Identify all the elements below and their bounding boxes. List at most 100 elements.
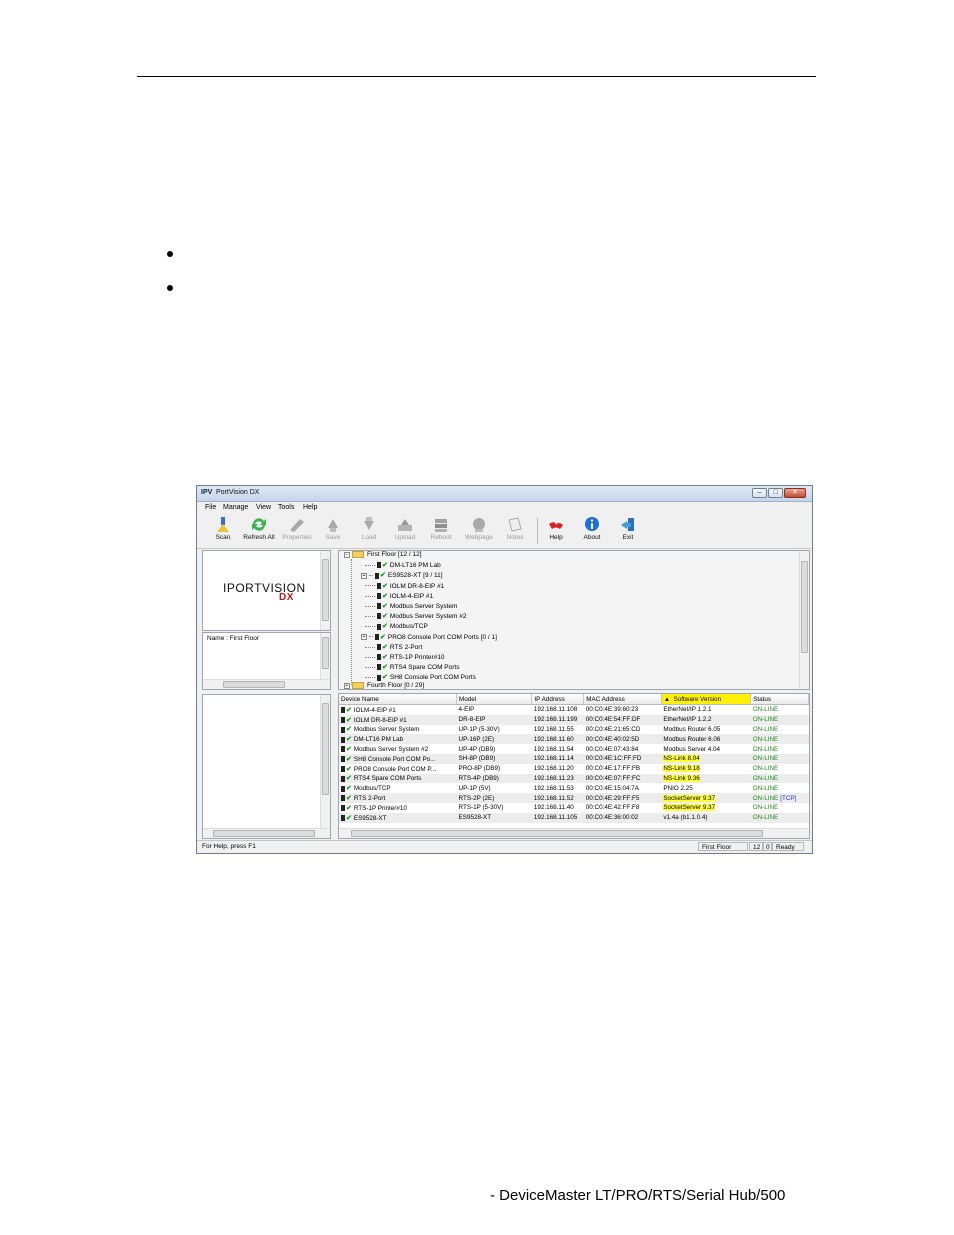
col-device-name[interactable]: Device Name [339, 694, 458, 705]
reboot-button[interactable]: Reboot [423, 516, 459, 546]
table-row[interactable]: ✔ RTS4 Spare COM Ports RTS-4P (DB9) 192.168… [339, 773, 809, 784]
cell-status: ON-LINE [751, 803, 809, 813]
table-row[interactable]: ✔ IOLM DR-8-EIP #1 DR-8-EIP 192.168.11.199 0… [339, 714, 809, 725]
online-check-icon: ✔ [382, 613, 388, 621]
table-row[interactable]: ✔ RTS-1P Printer#10 RTS-1P (5-30V) 192.168.… [339, 803, 809, 813]
menu-help[interactable]: Help [303, 504, 317, 511]
tree-item[interactable]: ✔ Modbus Server System #2 [365, 612, 466, 622]
table-row[interactable]: ✔ SH8 Console Port COM Po... SH-8P (DB9) 19… [339, 753, 809, 764]
online-check-icon: ✔ [380, 572, 386, 580]
upload-button[interactable]: Upload [387, 516, 423, 546]
properties-button[interactable]: Properties [279, 516, 315, 546]
tree-root-label: First Floor [12 / 12] [367, 551, 422, 559]
exit-button[interactable]: Exit [610, 516, 646, 546]
online-check-icon: ✔ [382, 562, 388, 570]
close-button[interactable]: ✕ [784, 488, 806, 498]
about-button[interactable]: About [574, 516, 610, 546]
webpage-button[interactable]: Webpage [461, 516, 497, 546]
cell-mac: 00:C0:4E:39:60:23 [585, 706, 639, 714]
online-check-icon: ✔ [346, 804, 352, 812]
cell-mac: 00:C0:4E:40:02:5D [583, 734, 662, 745]
online-check-icon: ✔ [346, 736, 352, 744]
tree-item[interactable]: + ✔ PRO8 Console Port COM Ports [0 / 1] [361, 633, 497, 643]
title-bar: IPV PortVision DX – □ ✕ [197, 486, 812, 502]
logo-panel-scrollbar[interactable] [320, 551, 330, 630]
cell-status: ON-LINE [751, 744, 809, 754]
col-model[interactable]: Model [456, 694, 533, 705]
status-extra: [TCP] [780, 794, 797, 802]
tree-item-label: IOLM DR-8-EIP #1 [389, 582, 445, 590]
software-version: Modbus Router 6.06 [663, 735, 721, 743]
menu-view[interactable]: View [256, 504, 271, 511]
tree-connector [365, 626, 375, 628]
col-status[interactable]: Status [750, 694, 809, 705]
device-name: RTS-1P Printer#10 [353, 804, 407, 812]
online-check-icon: ✔ [346, 706, 352, 714]
tree-scrollbar[interactable] [799, 551, 809, 689]
cell-status: ON-LINE [750, 734, 809, 745]
cell-name: ✔ IOLM-4-EIP #1 [339, 705, 457, 715]
cell-model: 4-EIP [458, 706, 475, 714]
tree-connector [369, 575, 373, 577]
tree-item[interactable]: + ✔ ES9528-XT [9 / 11] [361, 571, 443, 581]
tree-next-root[interactable]: + Fourth Floor [0 / 29] [344, 682, 424, 689]
table-row[interactable]: ✔ PRO8 Console Port COM P... PRO-8P (DB9) 1… [339, 764, 809, 774]
notes-hscroll[interactable] [203, 828, 330, 838]
tree-item[interactable]: ✔ Modbus/TCP [365, 622, 428, 632]
refresh-all-button[interactable]: Refresh All [241, 516, 277, 546]
save-button[interactable]: Save [315, 516, 351, 546]
notes-vscroll[interactable] [320, 695, 330, 829]
table-row[interactable]: ✔ IOLM-4-EIP #1 4-EIP 192.168.11.108 00:C0:4… [339, 705, 809, 715]
tree-item[interactable]: ✔ IOLM DR-8-EIP #1 [365, 582, 444, 592]
tree-item[interactable]: ✔ RTS-1P Printer#10 [365, 653, 445, 663]
cell-mac: 00:C0:4E:54:FF:DF [583, 714, 662, 725]
device-name: PRO8 Console Port COM P... [353, 765, 436, 773]
expand-icon[interactable]: + [361, 633, 367, 640]
expand-icon[interactable]: + [344, 682, 350, 689]
tree-item[interactable]: ✔ IOLM-4-EIP #1 [365, 592, 433, 602]
bullet-1 [167, 251, 173, 257]
maximize-button[interactable]: □ [768, 488, 783, 498]
collapse-icon[interactable]: − [344, 551, 350, 558]
table-row[interactable]: ✔ RTS 2-Port RTS-2P (2E) 192.168.11.52 00:C0… [339, 793, 809, 803]
col-software-version[interactable]: ▲ Software Version [661, 694, 752, 705]
table-row[interactable]: ✔ DM-LT16 PM Lab UP-16P (2E) 192.168.11.60 0… [339, 734, 809, 745]
notes-button[interactable]: Notes [497, 516, 533, 546]
tree-item[interactable]: ✔ Modbus Server System [365, 602, 457, 612]
table-row[interactable]: ✔ ES9528-XT ES9528-XT 192.168.11.105 00:C0:4… [339, 812, 809, 823]
cell-status: ON-LINE [750, 714, 809, 725]
tree-item[interactable]: ✔ DM-LT16 PM Lab [365, 561, 441, 571]
menu-manage[interactable]: Manage [223, 504, 248, 511]
help-icon [549, 522, 563, 529]
tree-item-label: Modbus Server System #2 [389, 613, 467, 621]
cell-mac: 00:C0:4E:1C:FF:FD [583, 753, 662, 764]
table-row[interactable]: ✔ Modbus Server System UP-1P (5-30V) 192.16… [339, 725, 809, 735]
tree-item[interactable]: ✔ RTS 2-Port [365, 643, 422, 653]
cell-status: ON-LINE [750, 812, 809, 823]
cell-mac: 00:C0:4E:17:FF:FB [585, 765, 641, 773]
cell-status: ON-LINE [751, 725, 809, 735]
tree-item[interactable]: ✔ RTS4 Spare COM Ports [365, 663, 459, 673]
tree-root[interactable]: − First Floor [12 / 12] [344, 551, 422, 561]
properties-vscroll[interactable] [320, 633, 330, 680]
cell-ip: 192.168.11.40 [533, 804, 574, 812]
status-bar: For Help, press F1 First Floor 12 0 Read… [197, 840, 812, 853]
col-ip-address[interactable]: IP Address [531, 694, 585, 705]
expand-icon[interactable]: + [361, 572, 367, 579]
grid-hscroll[interactable] [339, 828, 809, 838]
col-mac-address[interactable]: MAC Address [583, 694, 662, 705]
help-button[interactable]: Help [538, 516, 574, 546]
scan-button[interactable]: Scan [205, 516, 241, 546]
cell-status: ON-LINE [751, 764, 809, 774]
menu-tools[interactable]: Tools [278, 504, 294, 511]
load-button[interactable]: Load [351, 516, 387, 546]
table-row[interactable]: ✔ Modbus Server System #2 UP-4P (DB9) 192.1… [339, 744, 809, 754]
table-row[interactable]: ✔ Modbus/TCP UP-1P (5V) 192.168.11.53 00:C0:… [339, 783, 809, 793]
minimize-button[interactable]: – [752, 488, 767, 498]
cell-name: ✔ DM-LT16 PM Lab [339, 734, 457, 745]
software-version: SocketServer 9.37 [663, 794, 716, 802]
menu-file[interactable]: File [205, 504, 216, 511]
software-version: NS-Link 8.04 [663, 755, 700, 763]
properties-hscroll[interactable] [203, 679, 330, 689]
cell-ip: 192.168.11.23 [531, 773, 584, 784]
